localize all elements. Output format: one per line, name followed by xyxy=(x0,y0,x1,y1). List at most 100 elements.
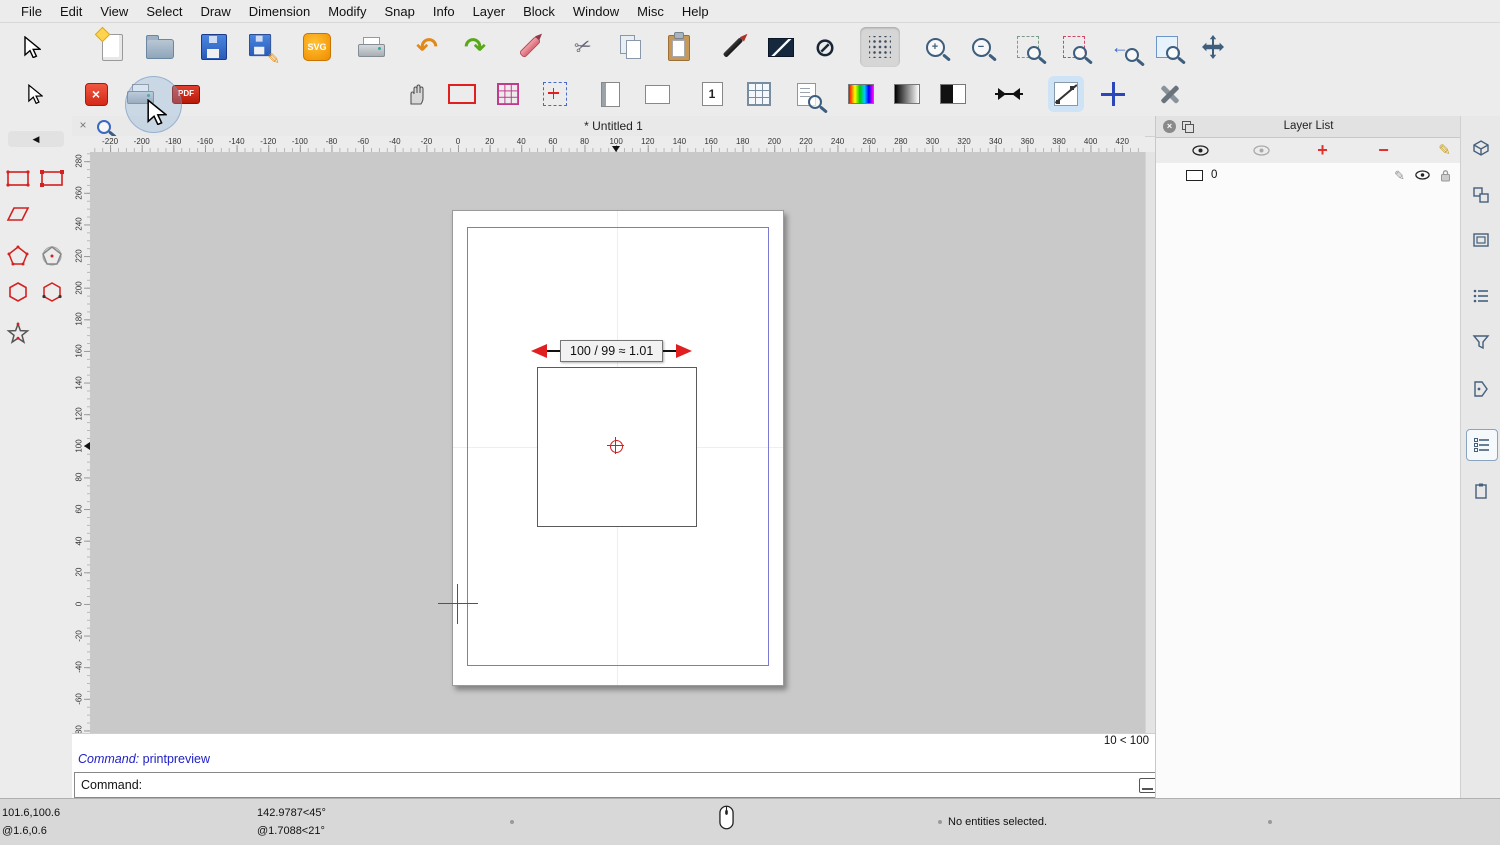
cut-button[interactable]: ✂ xyxy=(563,27,603,67)
copy-button[interactable] xyxy=(611,27,651,67)
zoom-page-button[interactable] xyxy=(788,76,824,112)
h-ruler-label: 80 xyxy=(580,137,589,146)
layer-color-swatch[interactable] xyxy=(1186,170,1203,181)
paste-button[interactable] xyxy=(659,27,699,67)
line-attributes-button[interactable] xyxy=(761,27,801,67)
edit-layer-button[interactable]: ✎ xyxy=(1430,140,1460,160)
draft-lines-toggle-button[interactable] xyxy=(1048,76,1084,112)
grayscale-button[interactable] xyxy=(889,76,925,112)
layer-row[interactable]: 0 ✎ xyxy=(1156,165,1461,185)
close-print-preview-button[interactable]: × xyxy=(78,76,114,112)
undo-button[interactable]: ↶ xyxy=(407,27,447,67)
menu-item-misc[interactable]: Misc xyxy=(628,4,673,19)
pen-attributes-button[interactable] xyxy=(713,27,753,67)
dock-toggle-filter[interactable] xyxy=(1466,327,1496,357)
command-input[interactable]: Command: xyxy=(74,772,1166,798)
draw-parallelogram-tool[interactable] xyxy=(1,197,35,231)
dock-toggle-clipboard[interactable] xyxy=(1466,476,1496,506)
layer-edit-button[interactable]: ✎ xyxy=(1394,169,1405,182)
center-to-page-button[interactable] xyxy=(537,76,573,112)
pencil-icon: ✎ xyxy=(1438,143,1451,158)
menu-item-file[interactable]: File xyxy=(12,4,51,19)
menu-item-view[interactable]: View xyxy=(91,4,137,19)
drawing-canvas[interactable]: 100 / 99 ≈ 1.01 xyxy=(90,152,1145,733)
layer-visibility-button[interactable] xyxy=(1415,170,1430,180)
fit-to-paper-button[interactable] xyxy=(991,76,1027,112)
menu-item-dimension[interactable]: Dimension xyxy=(240,4,319,19)
dock-toggle-list[interactable] xyxy=(1466,281,1496,311)
menu-item-draw[interactable]: Draw xyxy=(191,4,239,19)
options-tools-button[interactable] xyxy=(1152,76,1188,112)
show-all-layers-button[interactable] xyxy=(1186,140,1216,160)
draw-hexagon-tool[interactable] xyxy=(1,275,35,309)
h-ruler-label: 20 xyxy=(485,137,494,146)
zoom-auto-button[interactable] xyxy=(1008,27,1048,67)
layer-list-panel: × Layer List + − ✎ 0 ✎ xyxy=(1155,116,1461,798)
cube-icon xyxy=(1471,138,1491,158)
move-paper-button[interactable] xyxy=(399,76,435,112)
full-color-button[interactable] xyxy=(843,76,879,112)
new-document-button[interactable] xyxy=(92,27,132,67)
landscape-page-button[interactable] xyxy=(639,76,675,112)
document-tab-title[interactable]: * Untitled 1 xyxy=(72,119,1155,133)
dock-toggle-views[interactable] xyxy=(1466,133,1496,163)
draw-star-tool[interactable] xyxy=(1,317,35,351)
menu-item-snap[interactable]: Snap xyxy=(376,4,424,19)
redo-button[interactable]: ↷ xyxy=(455,27,495,67)
toolbox-collapse-button[interactable]: ◀ xyxy=(8,131,64,147)
zoom-pan-button[interactable] xyxy=(1193,27,1233,67)
select-tool-button[interactable] xyxy=(12,27,52,67)
menu-item-layer[interactable]: Layer xyxy=(464,4,515,19)
hexagon-dots-icon xyxy=(39,279,65,305)
portrait-page-button[interactable] xyxy=(592,76,628,112)
snap-grid-toggle-button[interactable] xyxy=(860,27,900,67)
v-ruler-label: 0 xyxy=(75,602,84,606)
v-ruler-label: 40 xyxy=(75,536,84,545)
menu-item-select[interactable]: Select xyxy=(137,4,191,19)
dock-toggle-blocks[interactable] xyxy=(1466,180,1496,210)
gray-gradient-icon xyxy=(894,84,920,104)
hide-all-layers-button[interactable] xyxy=(1247,140,1277,160)
export-svg-button[interactable]: SVG xyxy=(297,27,337,67)
zoom-window-button[interactable] xyxy=(1147,27,1187,67)
layer-lock-button[interactable] xyxy=(1440,169,1451,182)
command-prompt: Command: xyxy=(81,778,1139,792)
print-preview-button[interactable] xyxy=(351,27,391,67)
menu-item-modify[interactable]: Modify xyxy=(319,4,375,19)
black-white-button[interactable] xyxy=(935,76,971,112)
remove-layer-button[interactable]: − xyxy=(1369,140,1399,160)
set-reference-point-button[interactable] xyxy=(1095,76,1131,112)
draw-polygon-center-tangent-tool[interactable] xyxy=(35,239,69,273)
draw-rectangle-tool[interactable] xyxy=(1,161,35,195)
remove-tool-button[interactable] xyxy=(510,27,550,67)
grid-status: 10 < 100 xyxy=(1104,735,1149,747)
zoom-in-button[interactable]: + xyxy=(915,27,955,67)
select-pointer-button[interactable] xyxy=(17,76,53,112)
menu-item-window[interactable]: Window xyxy=(564,4,628,19)
menu-item-block[interactable]: Block xyxy=(514,4,564,19)
clipboard-icon xyxy=(668,35,690,61)
tiled-pages-button[interactable] xyxy=(490,76,526,112)
redraw-button[interactable] xyxy=(1054,27,1094,67)
menu-item-help[interactable]: Help xyxy=(673,4,718,19)
add-layer-button[interactable]: + xyxy=(1308,140,1338,160)
menu-item-info[interactable]: Info xyxy=(424,4,464,19)
open-document-button[interactable] xyxy=(140,27,180,67)
save-button[interactable] xyxy=(194,27,234,67)
no-fill-button[interactable]: ⊘ xyxy=(805,27,845,67)
draw-polygon-center-corner-tool[interactable] xyxy=(1,239,35,273)
paper-borders-button[interactable] xyxy=(444,76,480,112)
command-history-value: printpreview xyxy=(143,752,210,766)
draw-polygon-2corners-tool[interactable] xyxy=(35,275,69,309)
save-as-button[interactable]: ✎ xyxy=(242,27,282,67)
fit-one-page-button[interactable]: 1 xyxy=(694,76,730,112)
dock-toggle-tag[interactable] xyxy=(1466,374,1496,404)
dock-toggle-frame[interactable] xyxy=(1466,225,1496,255)
lock-icon xyxy=(1440,169,1451,182)
draw-rectangle-3point-tool[interactable] xyxy=(35,161,69,195)
dock-toggle-layer-list[interactable] xyxy=(1466,429,1498,461)
zoom-previous-button[interactable]: ← xyxy=(1100,27,1140,67)
zoom-out-button[interactable]: − xyxy=(961,27,1001,67)
menu-item-edit[interactable]: Edit xyxy=(51,4,91,19)
page-grid-button[interactable] xyxy=(741,76,777,112)
